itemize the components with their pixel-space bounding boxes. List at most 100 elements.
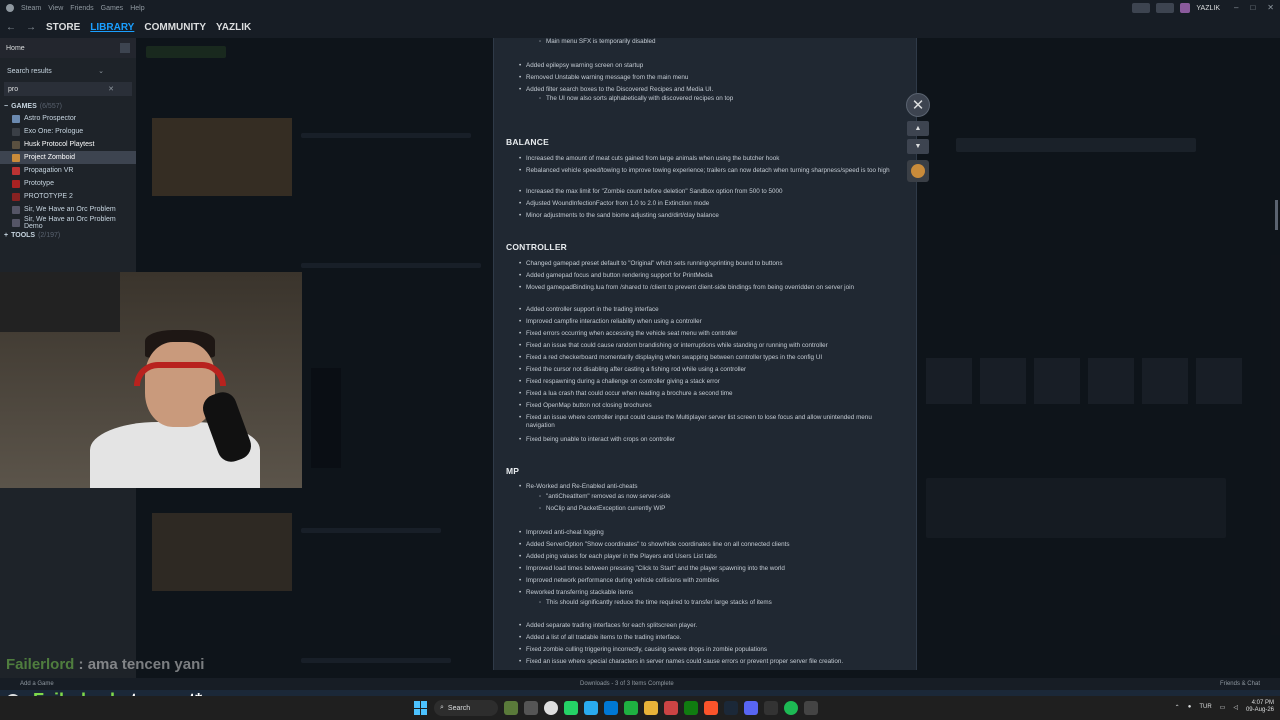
sidebar-game-item[interactable]: Propagation VR	[0, 164, 136, 177]
game-icon	[12, 218, 20, 227]
games-category[interactable]: − GAMES (6/557)	[0, 100, 136, 112]
game-name: Prototype	[24, 180, 54, 187]
game-icon	[12, 127, 20, 136]
page-scrollbar[interactable]	[1275, 200, 1278, 230]
patch-note-item: The UI now also sorts alphabetically wit…	[539, 95, 901, 103]
clock[interactable]: 4:07 PM 09-Aug-26	[1246, 700, 1274, 714]
back-arrow-icon[interactable]: ←	[6, 22, 16, 33]
menu-bar: Steam View Friends Games Help	[0, 0, 1280, 16]
friends-chat-button[interactable]: Friends & Chat	[1220, 681, 1260, 687]
window-close-icon[interactable]: ✕	[1267, 3, 1274, 12]
explorer-icon[interactable]	[644, 701, 658, 715]
app-icon[interactable]	[804, 701, 818, 715]
tab-library[interactable]: LIBRARY	[90, 22, 134, 33]
add-game-button[interactable]: Add a Game	[20, 681, 54, 687]
library-filter-input[interactable]: pro ✕	[4, 82, 132, 96]
language-indicator[interactable]: TUR	[1199, 704, 1211, 710]
chat-message: Failerlord : ama tencen yani	[6, 656, 204, 673]
patch-note-item: Main menu SFX is temporarily disabled	[539, 38, 901, 46]
chevron-down-icon[interactable]: ⌄	[98, 67, 104, 75]
chat-user: Failerlord	[6, 656, 75, 673]
patch-note-item: Reworked transferring stackable items	[519, 589, 901, 597]
edge-icon[interactable]	[604, 701, 618, 715]
tray-chevron-icon[interactable]: ⌃	[1175, 704, 1180, 711]
tab-community[interactable]: COMMUNITY	[144, 22, 206, 33]
patch-note-item: Rebalanced vehicle speed/towing to impro…	[519, 167, 901, 175]
game-name: Sir, We Have an Orc Problem Demo	[23, 215, 116, 230]
menu-steam[interactable]: Steam	[21, 5, 41, 12]
avatar[interactable]	[1180, 3, 1191, 13]
patch-note-item: Fixed the cursor not disabling after cas…	[519, 366, 901, 374]
patch-note-item: Re-Worked and Re-Enabled anti-cheats	[519, 483, 901, 491]
steam-taskbar-icon[interactable]	[724, 701, 738, 715]
patch-note-item: Added gamepad focus and button rendering…	[519, 272, 901, 280]
patch-note-item: Increased the max limit for "Zombie coun…	[519, 188, 901, 196]
main-nav: ← → STORE LIBRARY COMMUNITY YAZLIK	[0, 16, 1280, 38]
mic-icon[interactable]: ●	[1188, 704, 1192, 710]
game-icon	[12, 179, 20, 188]
obs-icon[interactable]	[764, 701, 778, 715]
sidebar-game-item[interactable]: Prototype	[0, 177, 136, 190]
grid-view-icon[interactable]	[120, 43, 130, 53]
sidebar-game-item[interactable]: Project Zomboid	[0, 151, 136, 164]
brave-icon[interactable]	[704, 701, 718, 715]
telegram-icon[interactable]	[584, 701, 598, 715]
patch-note-item: This should significantly reduce the tim…	[539, 599, 901, 607]
taskbar-search[interactable]: ⌕ Search	[434, 700, 498, 716]
menu-view[interactable]: View	[48, 5, 63, 12]
collapse-icon: −	[4, 102, 9, 110]
patch-note-item: Improved campfire interaction reliabilit…	[519, 318, 901, 326]
account-name[interactable]: YAZLIK	[1196, 5, 1220, 12]
broadcast-icon[interactable]	[1132, 3, 1151, 13]
games-header: GAMES	[11, 102, 37, 110]
tools-header: TOOLS	[11, 231, 36, 239]
sidebar-game-item[interactable]: Husk Protocol Playtest	[0, 138, 136, 151]
sidebar-home[interactable]: Home	[0, 38, 136, 58]
patch-note-item: Fixed a lua crash that could occur when …	[519, 390, 901, 398]
windows-start-icon[interactable]	[414, 701, 428, 715]
tab-store[interactable]: STORE	[46, 22, 80, 33]
downloads-status[interactable]: Downloads - 3 of 3 Items Complete	[580, 681, 674, 687]
sidebar-game-item[interactable]: Astro Prospector	[0, 112, 136, 125]
minimize-icon[interactable]: –	[1234, 3, 1238, 12]
window-controls: – □ ✕	[1234, 3, 1274, 12]
patch-note-item: Fixed being unable to interact with crop…	[519, 436, 901, 444]
patch-note-item: Fixed an issue where controller input co…	[519, 414, 901, 430]
patch-note-item: Improved load times between pressing "Cl…	[519, 565, 901, 573]
sidebar-game-item[interactable]: Sir, We Have an Orc Problem Demo	[0, 215, 136, 230]
clear-filter-icon[interactable]: ✕	[108, 85, 114, 93]
sidebar-game-item[interactable]: Sir, We Have an Orc Problem	[0, 203, 136, 216]
menu-help[interactable]: Help	[130, 5, 144, 12]
close-icon[interactable]: ✕	[906, 93, 930, 117]
discord-icon[interactable]	[744, 701, 758, 715]
whatsapp-icon[interactable]	[564, 701, 578, 715]
filter-value: pro	[8, 85, 19, 93]
chevron-down-icon[interactable]: ▼	[907, 139, 929, 154]
media-icon[interactable]	[624, 701, 638, 715]
network-icon[interactable]: ▭	[1220, 704, 1226, 711]
spotify-icon[interactable]	[784, 701, 798, 715]
chevron-up-icon[interactable]: ▲	[907, 121, 929, 136]
app-icon[interactable]	[664, 701, 678, 715]
forward-arrow-icon[interactable]: →	[26, 22, 36, 33]
search-results-dropdown[interactable]: Search results ⌄	[4, 64, 132, 78]
patch-note-item: NoClip and PacketException currently WIP	[539, 505, 901, 513]
tab-profile[interactable]: YAZLIK	[216, 22, 251, 33]
volume-icon[interactable]: ◁	[1233, 704, 1238, 711]
sidebar-game-item[interactable]: Exo One: Prologue	[0, 125, 136, 138]
chrome-icon[interactable]	[544, 701, 558, 715]
patch-note-item: Added a list of all tradable items to th…	[519, 634, 901, 642]
widgets-icon[interactable]	[504, 701, 518, 715]
sidebar-game-item[interactable]: PROTOTYPE 2	[0, 190, 136, 203]
menu-games[interactable]: Games	[101, 5, 124, 12]
patch-note-item: Fixed OpenMap button not closing brochur…	[519, 402, 901, 410]
game-icon	[12, 114, 20, 123]
tools-category[interactable]: + TOOLS (2/197)	[0, 229, 136, 241]
notifications-icon[interactable]	[1156, 3, 1175, 13]
task-view-icon[interactable]	[524, 701, 538, 715]
xbox-icon[interactable]	[684, 701, 698, 715]
patch-note-item: Fixed an issue that could cause random b…	[519, 342, 901, 350]
maximize-icon[interactable]: □	[1250, 3, 1255, 12]
menu-friends[interactable]: Friends	[70, 5, 93, 12]
game-logo[interactable]	[907, 160, 929, 182]
